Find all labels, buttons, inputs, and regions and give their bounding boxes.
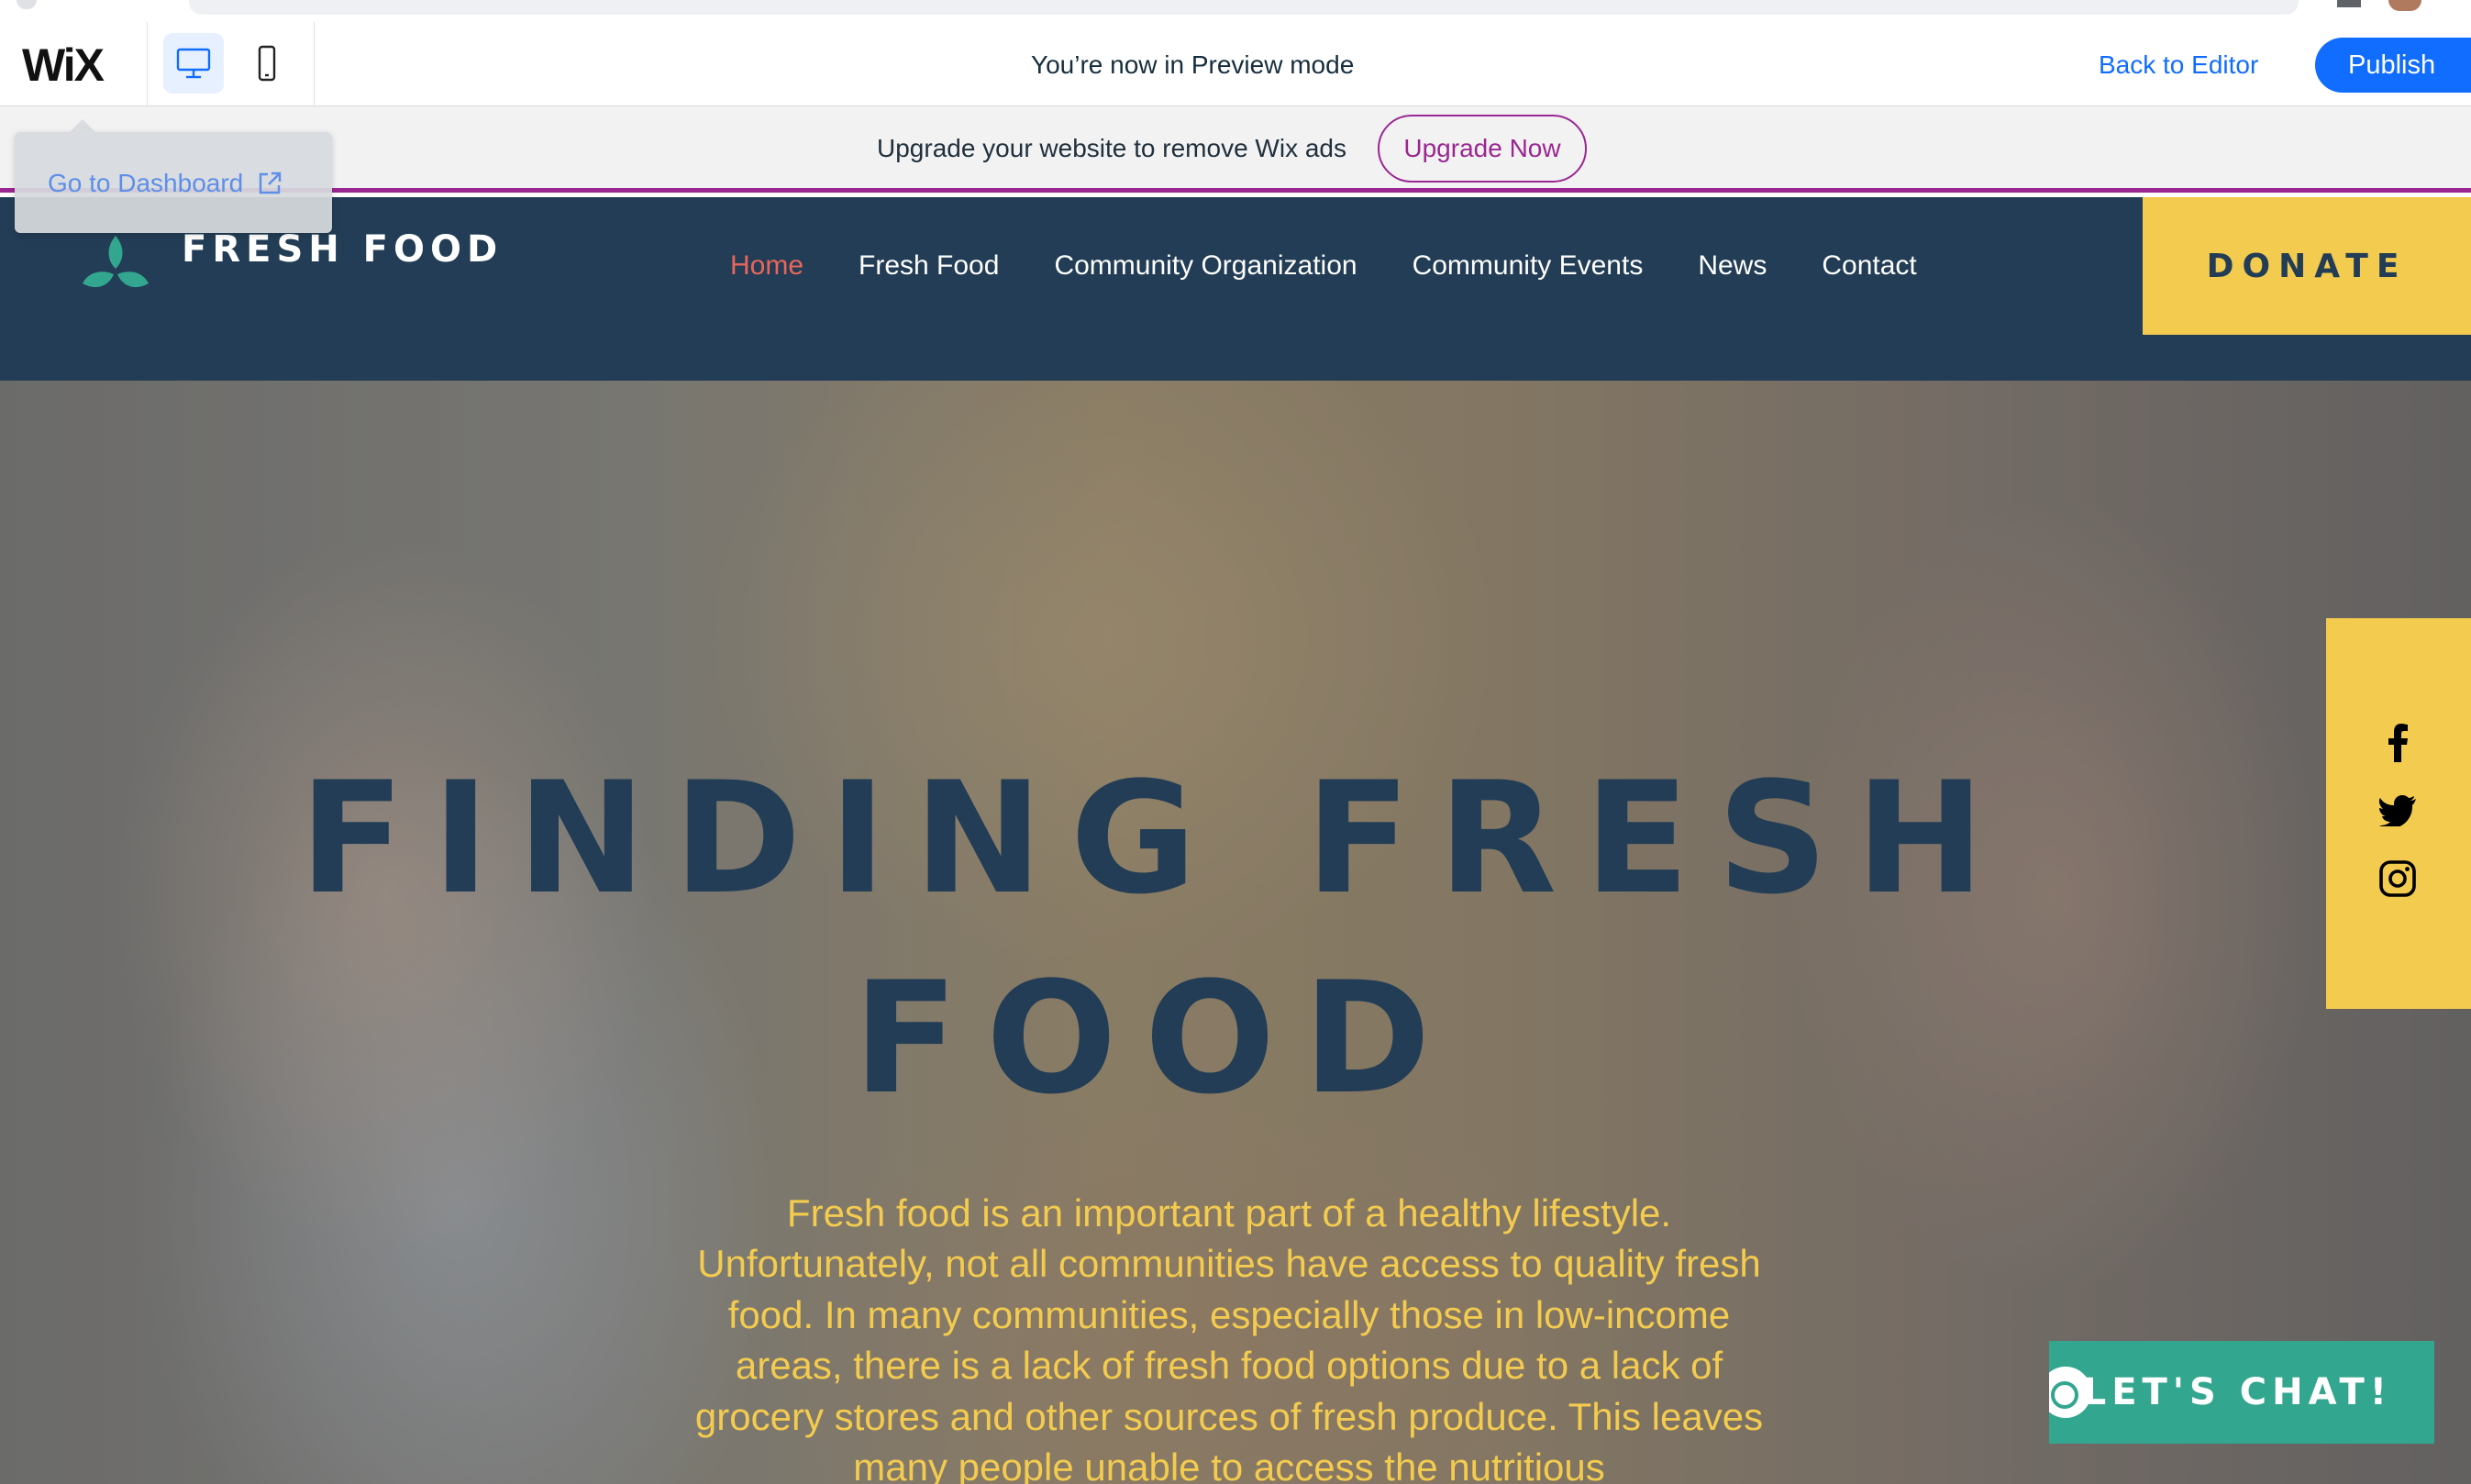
nav-item-community-organization[interactable]: Community Organization bbox=[1054, 250, 1357, 282]
nav-item-home[interactable]: Home bbox=[730, 250, 803, 282]
upgrade-banner: Upgrade your website to remove Wix ads U… bbox=[0, 106, 2471, 193]
browser-back-icon[interactable] bbox=[17, 0, 37, 9]
instagram-link[interactable] bbox=[2377, 858, 2418, 899]
go-to-dashboard-label: Go to Dashboard bbox=[48, 169, 244, 197]
twitter-icon bbox=[2379, 795, 2416, 826]
wix-preview-bar: WiX You’re now in Preview mode Back to E… bbox=[0, 22, 2471, 106]
hero-section: FINDING FRESH FOOD Fresh food is an impo… bbox=[0, 381, 2471, 1484]
nav-item-news[interactable]: News bbox=[1698, 250, 1767, 282]
facebook-link[interactable] bbox=[2377, 723, 2418, 763]
dashboard-popover: Go to Dashboard bbox=[15, 119, 332, 233]
desktop-icon bbox=[176, 48, 211, 79]
instagram-icon bbox=[2379, 860, 2416, 897]
mobile-view-button[interactable] bbox=[237, 33, 297, 94]
divider bbox=[314, 22, 315, 106]
back-to-editor-link[interactable]: Back to Editor bbox=[2099, 50, 2258, 80]
desktop-view-button[interactable] bbox=[163, 33, 224, 94]
browser-extension-icon[interactable] bbox=[2337, 0, 2361, 7]
go-to-dashboard-link[interactable]: Go to Dashboard bbox=[48, 169, 283, 198]
lets-chat-button[interactable]: LET'S CHAT! bbox=[2049, 1341, 2434, 1444]
external-link-icon bbox=[260, 172, 282, 194]
upgrade-now-button[interactable]: Upgrade Now bbox=[1378, 115, 1587, 183]
nav-item-fresh-food[interactable]: Fresh Food bbox=[859, 250, 999, 282]
nav-item-contact[interactable]: Contact bbox=[1822, 250, 1916, 282]
hero-title: FINDING FRESH FOOD bbox=[275, 738, 2036, 1139]
divider bbox=[147, 22, 148, 106]
site-logo-text[interactable]: FRESH FOOD bbox=[182, 228, 503, 271]
browser-profile-avatar[interactable] bbox=[2388, 0, 2421, 11]
mobile-icon bbox=[258, 45, 276, 82]
site-header: FRESH FOOD Home Fresh Food Community Org… bbox=[0, 197, 2471, 381]
publish-button[interactable]: Publish bbox=[2315, 38, 2471, 93]
wix-logo[interactable]: WiX bbox=[22, 39, 105, 92]
nav-item-community-events[interactable]: Community Events bbox=[1413, 250, 1644, 282]
browser-address-bar[interactable] bbox=[189, 0, 2299, 15]
browser-toolbar-remnant bbox=[0, 0, 2471, 22]
hero-title-line-2: FOOD bbox=[853, 948, 1458, 1129]
donate-button[interactable]: DONATE bbox=[2143, 197, 2471, 335]
preview-mode-message: You’re now in Preview mode bbox=[1031, 50, 1355, 79]
social-bar bbox=[2326, 618, 2471, 1009]
lets-chat-label: LET'S CHAT! bbox=[2082, 1371, 2392, 1413]
hero-title-line-1: FINDING FRESH bbox=[299, 748, 2012, 928]
facebook-icon bbox=[2388, 724, 2408, 762]
leaf-logo-icon[interactable] bbox=[81, 232, 150, 293]
hero-body-text: Fresh food is an important part of a hea… bbox=[694, 1191, 1764, 1484]
main-nav: Home Fresh Food Community Organization C… bbox=[730, 250, 1917, 282]
twitter-link[interactable] bbox=[2377, 791, 2418, 831]
upgrade-banner-text: Upgrade your website to remove Wix ads bbox=[877, 134, 1346, 162]
